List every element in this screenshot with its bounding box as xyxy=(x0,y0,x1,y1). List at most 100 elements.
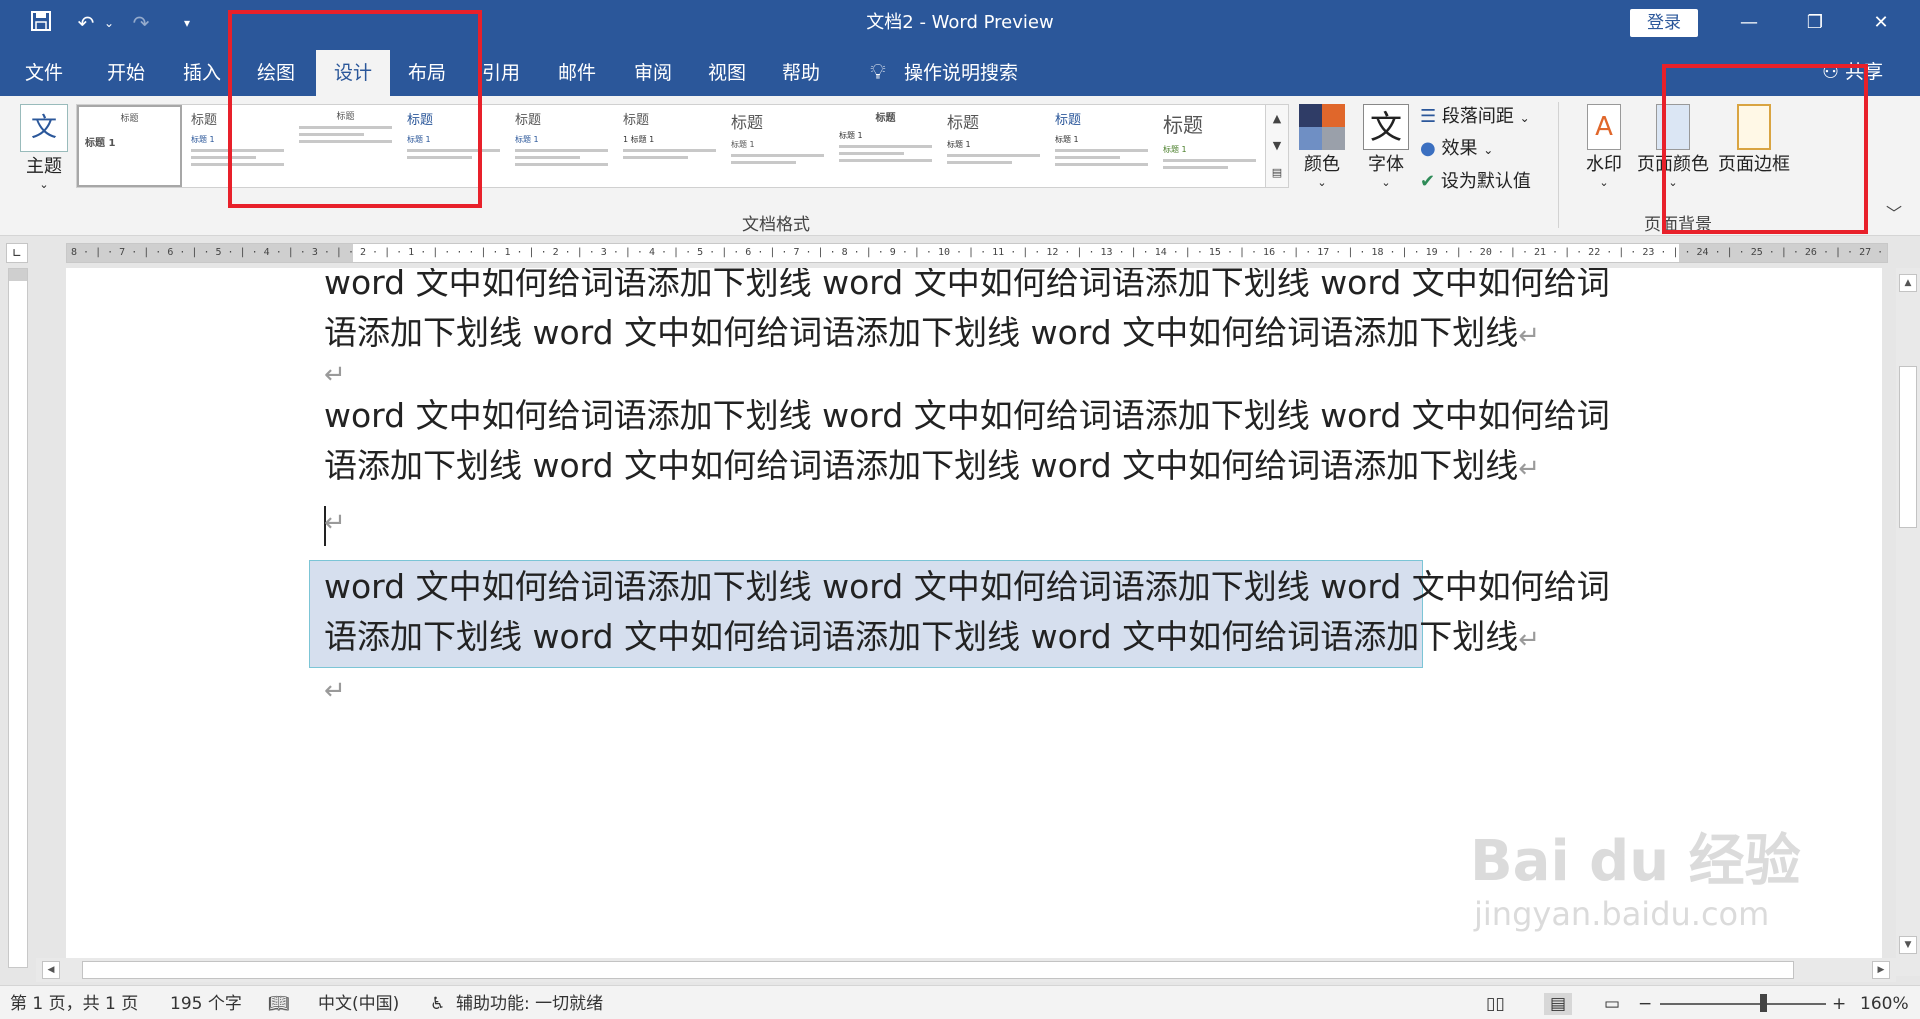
style-set-item[interactable]: 标题 标题 1 xyxy=(401,105,506,187)
ruler-ticks: 8 · | · 7 · | · 6 · | · 5 · | · 4 · | · … xyxy=(71,247,1887,258)
tab-home[interactable]: 开始 xyxy=(96,50,156,96)
zoom-out-button[interactable]: − xyxy=(1638,993,1652,1015)
document-formatting-group-label: 文档格式 xyxy=(742,215,810,235)
text-line[interactable]: 语添加下划线 word 文中如何给词语添加下划线 word 文中如何给词语添加下… xyxy=(324,308,1540,361)
gallery-more-icon[interactable]: ▤ xyxy=(1266,159,1288,186)
style-set-item[interactable]: 标题 标题 1 xyxy=(185,105,290,187)
effects-icon: ● xyxy=(1420,138,1436,159)
watermark-button[interactable]: A 水印 ⌄ xyxy=(1574,104,1634,189)
page-color-label: 页面颜色 xyxy=(1637,154,1709,175)
vertical-ruler[interactable] xyxy=(8,268,28,968)
tab-file[interactable]: 文件 xyxy=(14,50,74,96)
horizontal-scrollbar[interactable]: ◀ ▶ xyxy=(36,958,1896,982)
text-line[interactable]: word 文中如何给词语添加下划线 word 文中如何给词语添加下划线 word… xyxy=(324,562,1610,612)
minimize-button[interactable]: — xyxy=(1726,8,1772,38)
style-set-item[interactable]: 标题 标题 1 xyxy=(509,105,614,187)
tab-mailings[interactable]: 邮件 xyxy=(546,50,608,96)
text-line[interactable]: 语添加下划线 word 文中如何给词语添加下划线 word 文中如何给词语添加下… xyxy=(324,612,1540,665)
page-count[interactable]: 第 1 页，共 1 页 xyxy=(10,993,138,1015)
tab-insert[interactable]: 插入 xyxy=(172,50,232,96)
fonts-icon: 文 xyxy=(1363,104,1409,150)
text-line[interactable]: word 文中如何给词语添加下划线 word 文中如何给词语添加下划线 word… xyxy=(324,268,1610,308)
close-button[interactable]: ✕ xyxy=(1858,8,1904,38)
tell-me-search[interactable]: 操作说明搜索 xyxy=(896,50,1026,96)
vertical-scrollbar[interactable]: ▲ ▼ xyxy=(1896,268,1920,976)
customize-qat-icon[interactable]: ▾ xyxy=(176,10,198,36)
lightbulb-icon: 💡︎ xyxy=(870,60,886,85)
document-page[interactable]: word 文中如何给词语添加下划线 word 文中如何给词语添加下划线 word… xyxy=(66,268,1882,976)
undo-dropdown-icon[interactable]: ⌄ xyxy=(102,10,116,36)
redo-icon[interactable]: ↷ xyxy=(126,10,156,36)
chevron-down-icon: ⌄ xyxy=(1317,176,1327,189)
undo-icon[interactable]: ↶ xyxy=(70,10,102,36)
collapse-ribbon-icon[interactable]: ﹀ xyxy=(1886,200,1902,224)
text-line-content: 语添加下划线 word 文中如何给词语添加下划线 word 文中如何给词语添加下… xyxy=(324,617,1519,656)
login-button[interactable]: 登录 xyxy=(1630,9,1698,37)
read-mode-icon[interactable]: ▯▯ xyxy=(1486,993,1505,1015)
style-set-item[interactable]: 标题 标题 1 xyxy=(725,105,830,187)
effects-button[interactable]: ● 效果 ⌄ xyxy=(1420,136,1493,163)
style-set-item[interactable]: 标题 1 标题 1 xyxy=(617,105,722,187)
style-set-item[interactable]: 标题 xyxy=(293,105,398,187)
watermark-icon: A xyxy=(1587,104,1621,150)
status-bar: 第 1 页，共 1 页 195 个字 📖︎ 中文(中国) ♿︎ 辅助功能: 一切… xyxy=(0,985,1920,1019)
style-set-item[interactable]: 标题 标题 1 xyxy=(833,105,938,187)
page-background-group-label: 页面背景 xyxy=(1644,215,1712,235)
chevron-down-icon[interactable]: ▼ xyxy=(1266,132,1288,159)
page-color-button[interactable]: 页面颜色 ⌄ xyxy=(1636,104,1710,189)
scrollbar-thumb[interactable] xyxy=(1899,366,1917,528)
themes-label: 主题 xyxy=(26,156,62,177)
scrollbar-thumb[interactable] xyxy=(82,961,1794,979)
tab-design[interactable]: 设计 xyxy=(316,50,390,96)
paragraph-spacing-button[interactable]: ☰ 段落间距 ⌄ xyxy=(1420,104,1530,131)
chevron-down-icon: ⌄ xyxy=(1519,111,1530,125)
tab-review[interactable]: 审阅 xyxy=(622,50,684,96)
proofing-icon[interactable]: 📖︎ xyxy=(268,993,290,1015)
scroll-up-icon[interactable]: ▲ xyxy=(1899,274,1917,292)
page-border-icon xyxy=(1737,104,1771,150)
tab-references[interactable]: 引用 xyxy=(470,50,532,96)
colors-button[interactable]: 颜色 ⌄ xyxy=(1296,104,1348,189)
language-indicator[interactable]: 中文(中国) xyxy=(318,993,399,1015)
restore-button[interactable]: ❐ xyxy=(1792,8,1838,38)
share-button[interactable]: ⚇ 共享 xyxy=(1822,58,1883,86)
effects-label: 效果 xyxy=(1441,138,1478,159)
accessibility-status[interactable]: 辅助功能: 一切就绪 xyxy=(456,993,603,1015)
tab-view[interactable]: 视图 xyxy=(696,50,758,96)
horizontal-ruler[interactable]: 8 · | · 7 · | · 6 · | · 5 · | · 4 · | · … xyxy=(66,243,1888,263)
scroll-down-icon[interactable]: ▼ xyxy=(1899,936,1917,954)
style-set-item[interactable]: 标题 标题 1 xyxy=(77,105,182,187)
tab-help[interactable]: 帮助 xyxy=(770,50,832,96)
ribbon-tabs: 文件 开始 插入 绘图 设计 布局 引用 邮件 审阅 视图 帮助 💡︎ 操作说明… xyxy=(0,46,1920,96)
style-set-item[interactable]: 标题 标题 1 xyxy=(941,105,1046,187)
zoom-slider-thumb[interactable] xyxy=(1760,994,1767,1012)
set-as-default-label: 设为默认值 xyxy=(1440,171,1531,192)
print-layout-icon[interactable]: ▤ xyxy=(1544,993,1573,1015)
themes-button[interactable]: 文 主题 ⌄ xyxy=(14,104,74,191)
ruler-row: ∟ 8 · | · 7 · | · 6 · | · 5 · | · 4 · | … xyxy=(0,237,1920,267)
fonts-button[interactable]: 文 字体 ⌄ xyxy=(1360,104,1412,189)
page-borders-button[interactable]: 页面边框 xyxy=(1712,104,1796,176)
word-count[interactable]: 195 个字 xyxy=(170,993,242,1015)
text-line[interactable]: word 文中如何给词语添加下划线 word 文中如何给词语添加下划线 word… xyxy=(324,391,1610,441)
scroll-right-icon[interactable]: ▶ xyxy=(1872,961,1890,979)
scroll-left-icon[interactable]: ◀ xyxy=(42,961,60,979)
style-set-item[interactable]: 标题 标题 1 xyxy=(1049,105,1154,187)
chevron-down-icon: ⌄ xyxy=(39,178,49,191)
set-as-default-button[interactable]: ✔ 设为默认值 xyxy=(1420,169,1531,195)
gallery-scroll[interactable]: ▲ ▼ ▤ xyxy=(1265,104,1289,188)
save-icon[interactable] xyxy=(26,10,56,36)
zoom-in-button[interactable]: + xyxy=(1832,993,1846,1015)
chevron-up-icon[interactable]: ▲ xyxy=(1266,105,1288,132)
page-color-icon xyxy=(1656,104,1690,150)
text-line[interactable]: 语添加下划线 word 文中如何给词语添加下划线 word 文中如何给词语添加下… xyxy=(324,441,1540,494)
watermark-label: 水印 xyxy=(1586,154,1622,175)
zoom-level[interactable]: 160% xyxy=(1860,993,1909,1015)
tab-draw[interactable]: 绘图 xyxy=(246,50,306,96)
tab-selector[interactable]: ∟ xyxy=(6,243,28,263)
tab-layout[interactable]: 布局 xyxy=(396,50,458,96)
web-layout-icon[interactable]: ▭ xyxy=(1604,993,1620,1015)
style-set-item[interactable]: 标题 标题 1 xyxy=(1157,105,1262,187)
zoom-slider[interactable] xyxy=(1660,1003,1826,1005)
chevron-down-icon: ⌄ xyxy=(1599,176,1609,189)
